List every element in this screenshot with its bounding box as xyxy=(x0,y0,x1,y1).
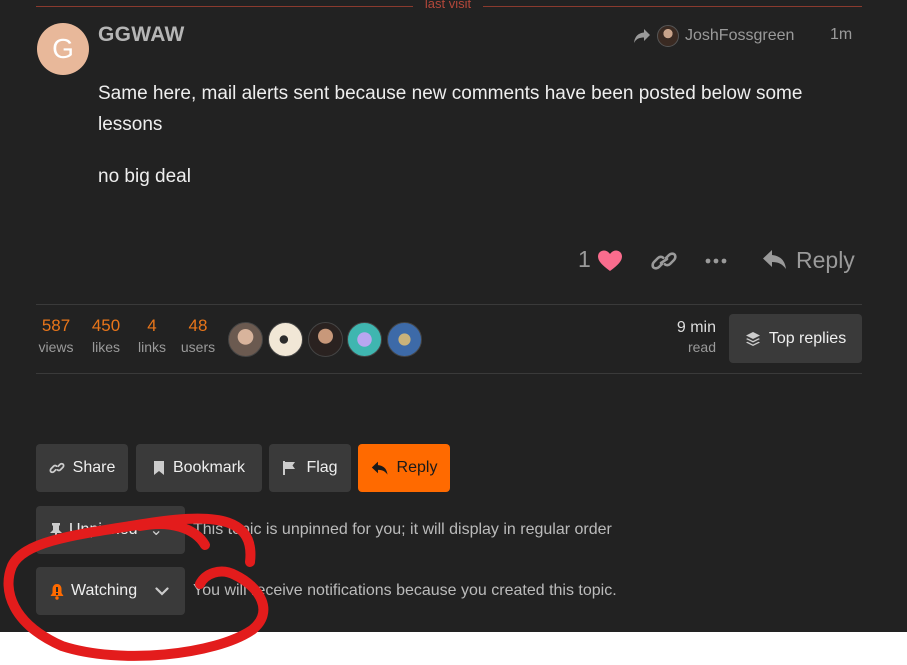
stat-label: users xyxy=(180,339,216,355)
notification-description: You will receive notifications because y… xyxy=(193,582,617,599)
stat-links[interactable]: 4 links xyxy=(136,316,168,355)
reply-to-tab[interactable]: JoshFossgreen xyxy=(633,23,794,49)
topic-reply-button[interactable]: Reply xyxy=(358,444,450,492)
stat-views: 587 views xyxy=(37,316,75,355)
share-label: Share xyxy=(72,459,116,476)
heart-icon[interactable] xyxy=(597,249,623,273)
more-icon[interactable] xyxy=(704,251,728,271)
post-date[interactable]: 1m xyxy=(830,26,852,44)
stat-value: 450 xyxy=(91,316,121,335)
top-replies-button[interactable]: Top replies xyxy=(729,314,862,363)
stat-users[interactable]: 48 users xyxy=(179,316,217,355)
notification-level-dropdown[interactable]: Watching xyxy=(36,567,185,615)
bookmark-icon xyxy=(153,461,164,475)
stat-likes[interactable]: 450 likes xyxy=(88,316,124,355)
reply-to-avatar xyxy=(657,25,679,47)
topic-page: last visit G GGWAW JoshFossgreen 1m Same… xyxy=(0,0,907,632)
reply-to-username: JoshFossgreen xyxy=(685,27,795,44)
flag-icon xyxy=(283,461,296,475)
stat-label: links xyxy=(137,339,166,355)
participant-avatar[interactable] xyxy=(268,322,303,357)
bookmark-button[interactable]: Bookmark xyxy=(136,444,262,492)
layers-icon xyxy=(745,331,760,346)
participant-avatar[interactable] xyxy=(387,322,422,357)
top-replies-label: Top replies xyxy=(768,329,847,347)
link-icon xyxy=(49,462,65,474)
exclamation-bell-icon xyxy=(50,583,64,600)
participant-avatar[interactable] xyxy=(347,322,382,357)
last-visit-label: last visit xyxy=(424,0,472,11)
reply-icon xyxy=(371,461,388,475)
last-visit-line-left xyxy=(36,6,413,7)
reading-time-label: read xyxy=(687,339,716,355)
pin-status-row: Unpinned ⌄ This topic is unpinned for yo… xyxy=(36,506,612,554)
pin-status-description: This topic is unpinned for you; it will … xyxy=(193,521,612,538)
post-content: Same here, mail alerts sent because new … xyxy=(98,78,858,213)
topic-map-divider-top xyxy=(36,304,862,305)
reply-icon xyxy=(763,250,786,269)
last-visit-line-right xyxy=(483,6,862,7)
pin-status-dropdown[interactable]: Unpinned ⌄ xyxy=(36,506,185,554)
share-button[interactable]: Share xyxy=(36,444,128,492)
stat-value: 48 xyxy=(188,316,208,335)
topic-map-divider-bottom xyxy=(36,373,862,374)
chevron-down-icon: ⌄ xyxy=(149,522,163,539)
notification-level-label: Watching xyxy=(71,582,138,599)
post-paragraph: Same here, mail alerts sent because new … xyxy=(98,83,803,135)
stat-value: 4 xyxy=(147,316,157,335)
flag-label: Flag xyxy=(306,459,338,476)
notification-level-row: Watching You will receive notifications … xyxy=(36,567,617,615)
bookmark-label: Bookmark xyxy=(172,459,246,476)
author-avatar[interactable]: G xyxy=(37,23,89,75)
chevron-down-icon xyxy=(155,586,169,596)
post-reply-label: Reply xyxy=(796,246,855,273)
flag-button[interactable]: Flag xyxy=(269,444,351,492)
stat-label: likes xyxy=(91,339,120,355)
author-username[interactable]: GGWAW xyxy=(98,23,185,47)
stat-label: views xyxy=(38,339,74,355)
reading-time-value: 9 min xyxy=(676,319,716,336)
stat-value: 587 xyxy=(41,316,71,335)
topic-reply-label: Reply xyxy=(396,459,438,476)
link-icon[interactable] xyxy=(651,249,677,273)
reply-arrow-icon xyxy=(634,29,650,43)
participant-avatar[interactable] xyxy=(228,322,263,357)
reading-time: 9 min read xyxy=(668,319,716,355)
participant-avatar[interactable] xyxy=(308,322,343,357)
like-count[interactable]: 1 xyxy=(578,246,591,273)
pin-status-label: Unpinned xyxy=(69,521,138,538)
thumbtack-icon xyxy=(50,523,62,538)
post-paragraph: no big deal xyxy=(98,166,191,187)
post-reply-button[interactable]: Reply xyxy=(762,245,855,275)
